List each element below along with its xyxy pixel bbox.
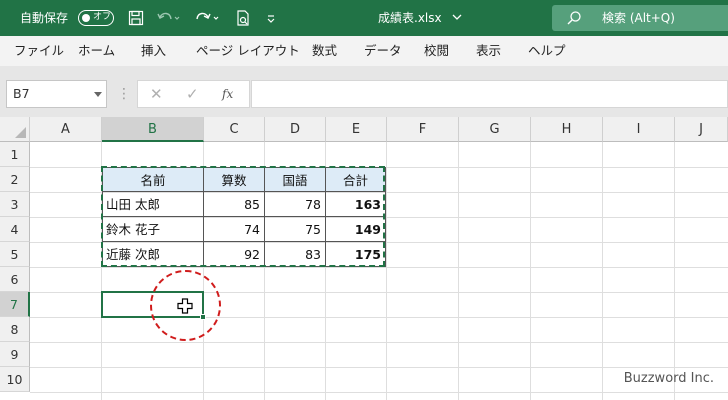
watermark: Buzzword Inc. bbox=[623, 371, 714, 386]
row-header-5[interactable]: 5 bbox=[0, 242, 30, 267]
customize-toolbar-icon[interactable] bbox=[262, 9, 280, 27]
search-icon bbox=[567, 11, 581, 25]
tab-insert[interactable]: 挿入 bbox=[141, 36, 166, 66]
toggle-knob bbox=[82, 13, 90, 22]
column-header-f[interactable]: F bbox=[387, 117, 459, 142]
column-header-e[interactable]: E bbox=[326, 117, 387, 142]
search-box[interactable]: 検索 (Alt+Q) bbox=[552, 5, 728, 31]
row-header-8[interactable]: 8 bbox=[0, 317, 30, 342]
column-header-c[interactable]: C bbox=[204, 117, 265, 142]
column-header-b[interactable]: B bbox=[102, 117, 204, 142]
more-icon[interactable]: ⋮ bbox=[117, 81, 131, 107]
tab-page-layout[interactable]: ページ レイアウト bbox=[196, 36, 300, 66]
gridline bbox=[458, 142, 459, 400]
gridline bbox=[30, 342, 728, 343]
gridline bbox=[386, 142, 387, 400]
undo-icon[interactable] bbox=[155, 9, 181, 27]
formula-input[interactable] bbox=[251, 80, 728, 108]
gridline bbox=[674, 142, 675, 400]
row-header-2[interactable]: 2 bbox=[0, 167, 30, 192]
chevron-down-icon bbox=[94, 92, 102, 97]
file-name: 成績表.xlsx bbox=[378, 11, 442, 25]
autosave-toggle[interactable]: オフ bbox=[78, 10, 114, 26]
chevron-down-icon bbox=[452, 14, 462, 20]
copy-marquee bbox=[101, 166, 385, 267]
autosave-toggle-state: オフ bbox=[93, 12, 112, 22]
worksheet-grid[interactable]: A B C D E F G H I J 1 2 3 4 5 6 7 8 9 10… bbox=[0, 117, 728, 400]
cell-cursor-icon bbox=[177, 298, 193, 314]
tab-review[interactable]: 校閲 bbox=[424, 36, 449, 66]
row-header-1[interactable]: 1 bbox=[0, 142, 30, 167]
gridline bbox=[30, 392, 728, 393]
ribbon-collapsed-area bbox=[0, 66, 728, 76]
tab-formulas[interactable]: 数式 bbox=[312, 36, 337, 66]
gridline bbox=[30, 367, 728, 368]
autosave-label: 自動保存 bbox=[20, 11, 69, 25]
formula-bar: B7 ⋮ ✕ ✓ fx bbox=[0, 76, 728, 112]
ribbon-tabs: ファイル ホーム 挿入 ページ レイアウト 数式 データ 校閲 表示 ヘルプ bbox=[0, 36, 728, 66]
title-bar: 自動保存 オフ 成績表.xlsx 検索 (Alt+Q) bbox=[0, 0, 728, 36]
search-label: 検索 (Alt+Q) bbox=[602, 11, 675, 25]
tab-view[interactable]: 表示 bbox=[476, 36, 501, 66]
insert-function-button[interactable]: fx bbox=[222, 81, 233, 107]
tab-data[interactable]: データ bbox=[364, 36, 402, 66]
select-all-button[interactable] bbox=[0, 117, 30, 142]
column-header-g[interactable]: G bbox=[459, 117, 531, 142]
redo-icon[interactable] bbox=[195, 9, 221, 27]
row-header-7[interactable]: 7 bbox=[0, 292, 30, 317]
print-preview-icon[interactable] bbox=[234, 9, 252, 27]
tab-home[interactable]: ホーム bbox=[78, 36, 115, 66]
formula-buttons: ✕ ✓ fx bbox=[137, 80, 250, 108]
select-all-triangle bbox=[15, 127, 26, 138]
gridline bbox=[530, 142, 531, 400]
column-header-j[interactable]: J bbox=[675, 117, 728, 142]
gridline bbox=[602, 142, 603, 400]
tab-file[interactable]: ファイル bbox=[14, 36, 64, 66]
name-box-value: B7 bbox=[13, 86, 30, 101]
column-header-a[interactable]: A bbox=[30, 117, 102, 142]
enter-button[interactable]: ✓ bbox=[186, 81, 199, 107]
excel-window: 自動保存 オフ 成績表.xlsx 検索 (Alt+Q) ファイル ホーム 挿入 … bbox=[0, 0, 728, 400]
column-header-d[interactable]: D bbox=[265, 117, 326, 142]
row-header-4[interactable]: 4 bbox=[0, 217, 30, 242]
row-header-6[interactable]: 6 bbox=[0, 267, 30, 292]
gridline bbox=[30, 267, 728, 268]
column-header-h[interactable]: H bbox=[531, 117, 603, 142]
row-header-3[interactable]: 3 bbox=[0, 192, 30, 217]
save-icon[interactable] bbox=[127, 9, 145, 27]
cancel-button[interactable]: ✕ bbox=[150, 81, 163, 107]
file-title[interactable]: 成績表.xlsx bbox=[378, 0, 462, 36]
row-header-9[interactable]: 9 bbox=[0, 342, 30, 367]
tab-help[interactable]: ヘルプ bbox=[528, 36, 566, 66]
name-box[interactable]: B7 bbox=[6, 80, 107, 108]
row-header-10[interactable]: 10 bbox=[0, 367, 30, 392]
column-header-i[interactable]: I bbox=[603, 117, 675, 142]
